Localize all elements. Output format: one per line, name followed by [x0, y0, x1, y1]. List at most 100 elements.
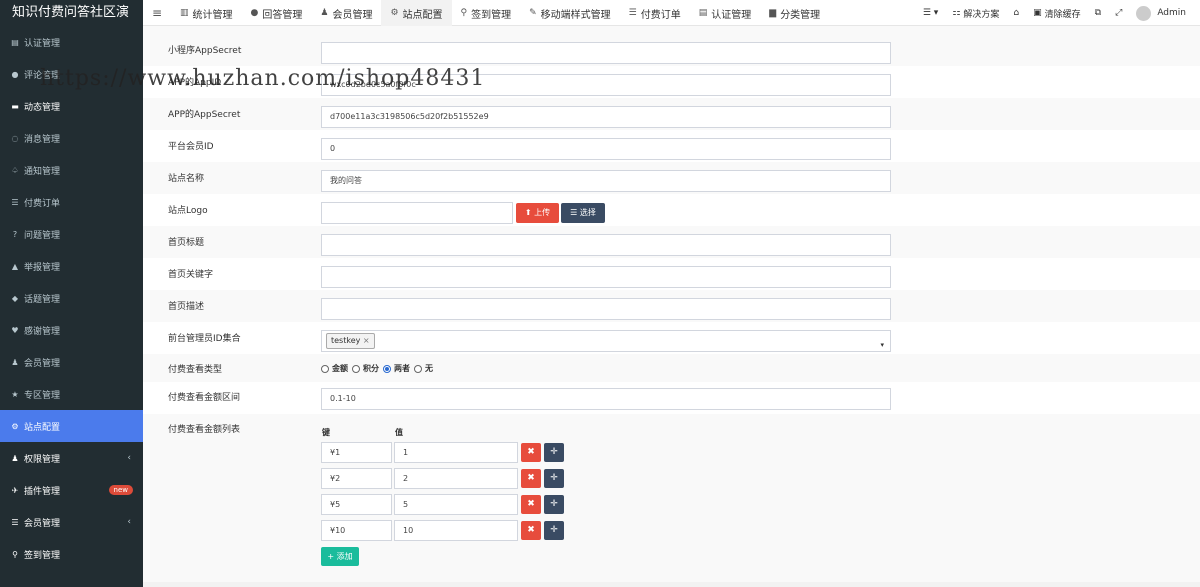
tab-members[interactable]: ♟ 会员管理 [311, 0, 381, 26]
tab-stats[interactable]: ▥ 统计管理 [171, 0, 242, 26]
tab-certification[interactable]: ▤ 认证管理 [690, 0, 761, 26]
sidebar-item-zones[interactable]: ★ 专区管理 [0, 378, 143, 410]
choose-button[interactable]: ☰ 选择 [561, 203, 605, 223]
sidebar-item-thanks[interactable]: ♥ 感谢管理 [0, 314, 143, 346]
pay-amount-range-input[interactable]: 0.1-10 [321, 388, 891, 410]
translate-icon[interactable]: ⧉ [1088, 8, 1108, 18]
radio-label: 金额 [332, 364, 348, 373]
upload-icon: ⬆ [524, 208, 532, 217]
form-row-home-title: 首页标题 [143, 226, 1200, 258]
amount-key-input[interactable]: ¥1 [321, 442, 392, 463]
add-row-button[interactable]: + 添加 [321, 547, 359, 566]
remove-row-button[interactable]: ✖ [521, 495, 541, 514]
app-appid-input[interactable]: wxc0d2bd0c5a0f0f0c [321, 74, 891, 96]
sidebar-item-label: 插件管理 [24, 486, 61, 497]
sidebar-item-label: 专区管理 [24, 390, 61, 401]
sidebar-item-topics[interactable]: ◆ 话题管理 [0, 282, 143, 314]
tab-site-config[interactable]: ⚙ 站点配置 [381, 0, 452, 26]
sidebar-item-feeds[interactable]: ▬ 动态管理 [0, 90, 143, 122]
sidebar-item-label: 举报管理 [24, 262, 61, 273]
tab-mobile-style[interactable]: ✎ 移动端样式管理 [520, 0, 620, 26]
sidebar-item-notifications[interactable]: ♤ 通知管理 [0, 154, 143, 186]
home-keywords-input[interactable] [321, 266, 891, 288]
sidebar-item-label: 会员管理 [24, 358, 61, 369]
list-icon: ☰ [11, 197, 19, 207]
radio-amount[interactable] [321, 364, 329, 373]
amount-key-input[interactable]: ¥10 [321, 520, 392, 541]
site-logo-input[interactable] [321, 202, 513, 224]
admin-ids-select[interactable]: testkey × ▾ [321, 330, 891, 352]
tab-label: 会员管理 [332, 9, 373, 21]
amount-value-input[interactable]: 5 [394, 494, 518, 515]
sidebar-item-label: 评论管理 [24, 70, 61, 81]
drag-row-button[interactable]: ✛ [544, 521, 564, 540]
sidebar-item-site-config[interactable]: ⚙ 站点配置 [0, 410, 143, 442]
sidebar-item-members[interactable]: ♟ 会员管理 [0, 346, 143, 378]
field-label: 付费查看金额区间 [168, 393, 241, 403]
amount-key-input[interactable]: ¥2 [321, 468, 392, 489]
amount-key-input[interactable]: ¥5 [321, 494, 392, 515]
bar-chart-icon: ▥ [180, 8, 189, 18]
sidebar-item-signin[interactable]: ⚲ 签到管理 [0, 538, 143, 570]
app-logo[interactable]: 知识付费问答社区演 [0, 0, 143, 26]
radio-label: 积分 [363, 364, 379, 373]
amount-value-input[interactable]: 2 [394, 468, 518, 489]
home-description-input[interactable] [321, 298, 891, 320]
drag-row-button[interactable]: ✛ [544, 469, 564, 488]
sidebar-item-certification[interactable]: ▤ 认证管理 [0, 26, 143, 58]
magic-icon: ✎ [529, 8, 537, 18]
tab-categories[interactable]: ▆ 分类管理 [760, 0, 829, 26]
drag-row-button[interactable]: ✛ [544, 495, 564, 514]
platform-member-id-input[interactable]: 0 [321, 138, 891, 160]
sidebar-item-plugins[interactable]: ✈ 插件管理 new [0, 474, 143, 506]
drag-row-button[interactable]: ✛ [544, 443, 564, 462]
sidebar-item-permissions[interactable]: ♟ 权限管理 ‹ [0, 442, 143, 474]
solution-link[interactable]: ⚏ 解决方案 [945, 7, 1006, 20]
form-row-miniprogram-secret: 小程序AppSecret [143, 34, 1200, 66]
trash-icon: ▣ [1033, 8, 1042, 18]
clear-cache-label: 清除缓存 [1044, 9, 1081, 20]
tab-label: 站点配置 [402, 9, 443, 21]
menu-dropdown-icon[interactable]: ☰ ▾ [916, 8, 945, 18]
app-secret-input[interactable]: d700e11a3c3198506c5d20f2b51552e9 [321, 106, 891, 128]
top-right-toolbar: ☰ ▾ ⚏ 解决方案 ⌂ ▣ 清除缓存 ⧉ ⤢ Admin [916, 0, 1200, 26]
fullscreen-icon[interactable]: ⤢ [1108, 8, 1129, 18]
key-header: 键 [322, 428, 330, 437]
sidebar-item-questions[interactable]: ? 问题管理 [0, 218, 143, 250]
field-label: 小程序AppSecret [168, 46, 242, 56]
id-card-icon: ▤ [698, 8, 708, 18]
field-label: 首页关键字 [168, 270, 214, 280]
field-label: 站点名称 [168, 174, 205, 184]
tab-paid-orders[interactable]: ☰ 付费订单 [620, 0, 690, 26]
bell-icon: ♤ [11, 165, 19, 175]
radio-points[interactable] [352, 364, 360, 373]
warning-icon: ▲ [11, 261, 19, 271]
upload-button[interactable]: ⬆ 上传 [516, 203, 559, 223]
add-label: 添加 [336, 552, 353, 561]
sidebar-item-member-admin[interactable]: ☰ 会员管理 ‹ [0, 506, 143, 538]
radio-none[interactable] [414, 364, 422, 373]
tab-signin[interactable]: ⚲ 签到管理 [452, 0, 521, 26]
amount-value-input[interactable]: 10 [394, 520, 518, 541]
radio-both[interactable] [383, 364, 391, 373]
remove-row-button[interactable]: ✖ [521, 469, 541, 488]
user-menu[interactable]: Admin [1129, 5, 1200, 21]
field-label: 站点Logo [168, 206, 208, 216]
clear-cache-button[interactable]: ▣ 清除缓存 [1026, 7, 1088, 20]
remove-row-button[interactable]: ✖ [521, 521, 541, 540]
remove-tag-icon[interactable]: × [363, 336, 370, 345]
remove-row-button[interactable]: ✖ [521, 443, 541, 462]
sidebar-item-comments[interactable]: ● 评论管理 [0, 58, 143, 90]
home-title-input[interactable] [321, 234, 891, 256]
menu-toggle-icon[interactable]: ≡ [143, 6, 171, 20]
amount-value-input[interactable]: 1 [394, 442, 518, 463]
miniprogram-secret-input[interactable] [321, 42, 891, 64]
sidebar-item-paid-orders[interactable]: ☰ 付费订单 [0, 186, 143, 218]
tab-label: 统计管理 [192, 9, 233, 21]
site-name-input[interactable]: 我的问答 [321, 170, 891, 192]
sidebar-item-messages[interactable]: ◌ 消息管理 [0, 122, 143, 154]
tab-answers[interactable]: ● 回答管理 [242, 0, 312, 26]
home-icon[interactable]: ⌂ [1006, 8, 1026, 18]
tab-label: 认证管理 [711, 9, 752, 21]
sidebar-item-reports[interactable]: ▲ 举报管理 [0, 250, 143, 282]
